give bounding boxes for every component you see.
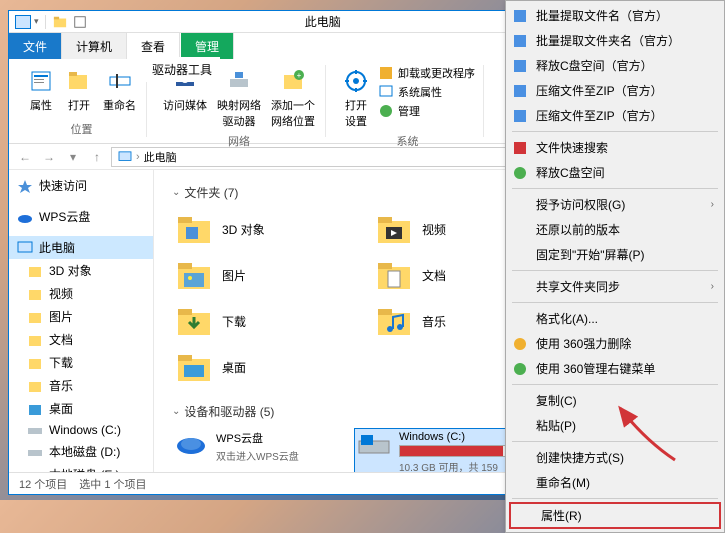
sidebar-pictures[interactable]: 图片 (9, 305, 153, 328)
cm-format[interactable]: 格式化(A)... (506, 306, 724, 331)
cm-properties[interactable]: 属性(R) (511, 504, 719, 527)
nav-back-button[interactable]: ← (15, 147, 35, 167)
chevron-down-icon: ⌄ (172, 187, 180, 198)
ribbon-sys-props[interactable]: 系统属性 (378, 84, 475, 100)
cm-zip-2[interactable]: 压缩文件至ZIP（官方） (506, 103, 724, 128)
cm-extract-foldernames[interactable]: 批量提取文件夹名（官方） (506, 28, 724, 53)
tab-manage[interactable]: 管理 (181, 33, 234, 59)
ribbon-label: 打开 (68, 97, 90, 113)
ribbon-open-settings[interactable]: 打开 设置 (340, 65, 372, 131)
ribbon-add-network[interactable]: + 添加一个 网络位置 (269, 65, 317, 131)
tab-computer[interactable]: 计算机 (62, 33, 127, 59)
sidebar-videos[interactable]: 视频 (9, 282, 153, 305)
status-selection: 选中 1 个项目 (79, 476, 146, 492)
sidebar-downloads[interactable]: 下载 (9, 351, 153, 374)
ribbon-uninstall[interactable]: 卸载或更改程序 (378, 65, 475, 81)
chevron-right-icon: › (711, 199, 714, 210)
sidebar-label: 此电脑 (39, 239, 75, 256)
computer-icon (15, 15, 31, 29)
folder-pictures[interactable]: 图片 (172, 255, 352, 295)
sidebar-label: 快速访问 (39, 177, 87, 194)
sidebar-documents[interactable]: 文档 (9, 328, 153, 351)
ribbon-properties[interactable]: 属性 (25, 65, 57, 115)
cm-360-right-menu[interactable]: 使用 360管理右键菜单 (506, 356, 724, 381)
chevron-right-icon: › (711, 281, 714, 292)
cm-rename[interactable]: 重命名(M) (506, 470, 724, 495)
highlight-annotation: 属性(R) (509, 502, 721, 529)
cm-paste[interactable]: 粘贴(P) (506, 413, 724, 438)
ribbon-label: 添加一个 网络位置 (271, 97, 315, 129)
ribbon-label: 打开 设置 (345, 97, 367, 129)
svg-text:+: + (297, 71, 302, 80)
ribbon-label: 管理 (398, 103, 420, 119)
cm-grant-access[interactable]: 授予访问权限(G)› (506, 192, 724, 217)
sidebar-this-pc[interactable]: 此电脑 (9, 236, 153, 259)
breadcrumb[interactable]: 此电脑 (144, 149, 177, 165)
ribbon-map-network[interactable]: 映射网络 驱动器 (215, 65, 263, 131)
cm-360-force-delete[interactable]: 使用 360强力删除 (506, 331, 724, 356)
sidebar-desktop[interactable]: 桌面 (9, 397, 153, 420)
folder-desktop[interactable]: 桌面 (172, 347, 352, 387)
status-item-count: 12 个项目 (19, 476, 67, 492)
ribbon-label: 访问媒体 (163, 97, 207, 113)
sidebar-label: WPS云盘 (39, 208, 90, 225)
cm-create-shortcut[interactable]: 创建快捷方式(S) (506, 445, 724, 470)
folder-downloads[interactable]: 下载 (172, 301, 352, 341)
ribbon-label: 映射网络 驱动器 (217, 97, 261, 129)
sidebar-3d-objects[interactable]: 3D 对象 (9, 259, 153, 282)
cm-file-search[interactable]: 文件快速搜索 (506, 135, 724, 160)
cm-free-c-space[interactable]: 释放C盘空间（官方） (506, 53, 724, 78)
tab-view[interactable]: 查看 (127, 33, 180, 59)
nav-history-dropdown[interactable]: ▾ (63, 147, 83, 167)
cm-pin-start[interactable]: 固定到"开始"屏幕(P) (506, 242, 724, 267)
ribbon-manage[interactable]: 管理 (378, 103, 475, 119)
cm-copy[interactable]: 复制(C) (506, 388, 724, 413)
cm-restore-versions[interactable]: 还原以前的版本 (506, 217, 724, 242)
sidebar-music[interactable]: 音乐 (9, 374, 153, 397)
drive-windows-c[interactable]: Windows (C:)10.3 GB 可用，共 159 GB (354, 428, 514, 472)
sidebar-drive-d[interactable]: 本地磁盘 (D:) (9, 440, 153, 463)
navigation-pane: 快速访问 WPS云盘 此电脑 3D 对象 视频 图片 文档 下载 音乐 (9, 170, 154, 472)
ribbon-label: 卸载或更改程序 (398, 65, 475, 81)
ribbon-group-label: 位置 (71, 121, 93, 137)
chevron-down-icon: ⌄ (172, 406, 180, 417)
drive-wps-cloud[interactable]: WPS云盘双击进入WPS云盘 (172, 428, 332, 472)
computer-icon (118, 151, 132, 163)
tab-file[interactable]: 文件 (9, 33, 62, 59)
ribbon-rename[interactable]: 重命名 (101, 65, 138, 115)
folder-3d-objects[interactable]: 3D 对象 (172, 209, 352, 249)
cm-zip-1[interactable]: 压缩文件至ZIP（官方） (506, 78, 724, 103)
sidebar-drive-e[interactable]: 本地磁盘 (E:) (9, 463, 153, 472)
tab-drive-tools[interactable]: 驱动器工具 (144, 57, 220, 82)
cm-free-c-2[interactable]: 释放C盘空间 (506, 160, 724, 185)
ribbon-label: 重命名 (103, 97, 136, 113)
sidebar-quick-access[interactable]: 快速访问 (9, 174, 153, 197)
ribbon-open[interactable]: 打开 (63, 65, 95, 115)
drive-usage-bar (400, 446, 503, 456)
context-menu: 批量提取文件名（官方） 批量提取文件夹名（官方） 释放C盘空间（官方） 压缩文件… (505, 0, 725, 533)
cm-extract-filenames[interactable]: 批量提取文件名（官方） (506, 3, 724, 28)
sidebar-wps-cloud[interactable]: WPS云盘 (9, 205, 153, 228)
folder-icon[interactable] (53, 15, 67, 29)
cm-share-sync[interactable]: 共享文件夹同步› (506, 274, 724, 299)
ribbon-label: 属性 (30, 97, 52, 113)
qat-dropdown-icon[interactable]: ▾ (34, 16, 39, 27)
window-title: 此电脑 (275, 13, 341, 30)
ribbon-label: 系统属性 (398, 84, 442, 100)
sidebar-drive-c[interactable]: Windows (C:) (9, 420, 153, 440)
checkbox-icon[interactable] (73, 15, 87, 29)
nav-forward-button[interactable]: → (39, 147, 59, 167)
nav-up-button[interactable]: ↑ (87, 147, 107, 167)
